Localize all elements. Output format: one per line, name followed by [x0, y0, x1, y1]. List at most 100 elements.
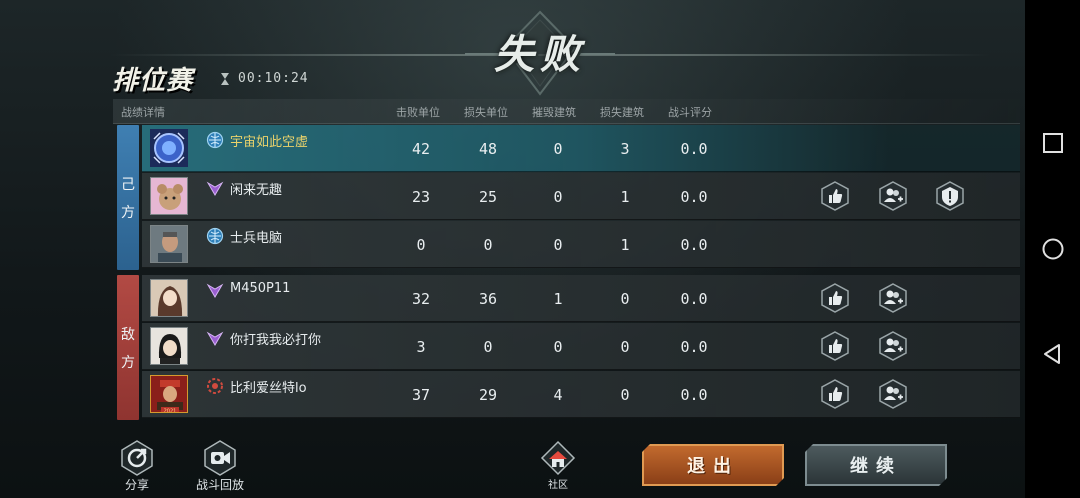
stat-kills: 37	[411, 386, 431, 404]
player-name: 比利爱丝特lo	[230, 381, 307, 396]
stat-losses: 48	[478, 140, 498, 158]
stat-score: 0.0	[680, 236, 708, 254]
home-icon[interactable]	[1040, 236, 1066, 262]
replay-camera-icon[interactable]	[200, 438, 240, 478]
column-header-score: 战斗评分	[668, 106, 712, 119]
stat-score: 0.0	[680, 140, 708, 158]
stat-kills: 32	[411, 290, 431, 308]
replay-label[interactable]: 战斗回放	[185, 476, 255, 493]
globe-rank-icon	[206, 131, 224, 149]
stat-buildings-destroyed: 0	[553, 140, 563, 158]
column-header-losses: 损失单位	[464, 106, 508, 119]
stat-score: 0.0	[680, 386, 708, 404]
stat-buildings-lost: 0	[620, 290, 630, 308]
ally-label-char-1: 己	[121, 176, 135, 193]
avatar[interactable]	[150, 177, 188, 215]
player-row[interactable]: 你打我我必打你 3 0 0 0 0.0	[142, 323, 1020, 370]
android-nav-bar	[1025, 0, 1080, 498]
stat-buildings-destroyed: 0	[553, 338, 563, 356]
stat-losses: 36	[478, 290, 498, 308]
stat-kills: 42	[411, 140, 431, 158]
back-icon[interactable]	[1040, 341, 1066, 367]
avatar[interactable]	[150, 225, 188, 263]
player-name: 闲来无趣	[230, 183, 283, 198]
red-gear-icon	[207, 378, 223, 394]
player-row[interactable]: 士兵电脑 0 0 0 1 0.0	[142, 221, 1020, 268]
avatar-badge-year: 2021	[164, 409, 177, 414]
game-screen: 失败 排位赛 00:10:24 战绩详情 击败单位 损失单位 摧毁建筑 损失建筑…	[0, 0, 1025, 498]
section-label: 战绩详情	[121, 106, 165, 119]
add-friend-icon[interactable]	[877, 378, 909, 410]
stat-kills: 3	[416, 338, 426, 356]
anime-girl-avatar-icon	[151, 280, 187, 316]
add-friend-icon[interactable]	[877, 180, 909, 212]
column-header-buildings-lost: 损失建筑	[600, 106, 644, 119]
continue-button[interactable]: 继续	[805, 444, 947, 486]
globe-rank-icon	[206, 227, 224, 245]
stat-losses: 0	[483, 236, 493, 254]
stat-buildings-destroyed: 0	[553, 188, 563, 206]
thumbs-up-icon[interactable]	[819, 378, 851, 410]
player-name: M450P11	[230, 281, 291, 296]
stat-losses: 25	[478, 188, 498, 206]
purple-wing-icon	[206, 181, 224, 196]
stat-kills: 23	[411, 188, 431, 206]
dark-hair-avatar-icon	[151, 328, 187, 364]
ally-team-label: 己 方	[117, 125, 139, 270]
thumbs-up-icon[interactable]	[819, 180, 851, 212]
soldier-avatar-icon	[151, 226, 187, 262]
add-friend-icon[interactable]	[877, 330, 909, 362]
report-icon[interactable]	[934, 180, 966, 212]
crystal-orb-avatar-icon	[150, 129, 188, 167]
stat-buildings-lost: 1	[620, 236, 630, 254]
mode-title: 排位赛	[112, 66, 194, 96]
recent-apps-icon[interactable]	[1040, 130, 1066, 156]
stat-score: 0.0	[680, 188, 708, 206]
stat-losses: 0	[483, 338, 493, 356]
purple-wing-icon	[206, 331, 224, 346]
cartoon-avatar-icon	[151, 178, 187, 214]
stat-buildings-destroyed: 0	[553, 236, 563, 254]
enemy-team-label: 敌 方	[117, 275, 139, 420]
enemy-label-char-1: 敌	[121, 326, 135, 343]
player-name: 宇宙如此空虚	[230, 135, 309, 150]
player-row[interactable]: M450P11 32 36 1 0 0.0	[142, 275, 1020, 322]
thumbs-up-icon[interactable]	[819, 282, 851, 314]
share-label[interactable]: 分享	[102, 476, 172, 493]
result-title: 失败	[494, 32, 586, 78]
stat-score: 0.0	[680, 338, 708, 356]
exit-button[interactable]: 退出	[642, 444, 784, 486]
player-row-self[interactable]: 宇宙如此空虚 42 48 0 3 0.0	[142, 125, 1020, 172]
avatar[interactable]	[150, 279, 188, 317]
community-home-icon[interactable]	[538, 440, 578, 480]
stat-buildings-destroyed: 4	[553, 386, 563, 404]
commander-avatar-icon: 2021	[151, 376, 187, 414]
stat-buildings-lost: 3	[620, 140, 630, 158]
stat-buildings-destroyed: 1	[553, 290, 563, 308]
stat-buildings-lost: 1	[620, 188, 630, 206]
avatar[interactable]	[150, 129, 188, 167]
enemy-label-char-2: 方	[121, 354, 135, 371]
community-label[interactable]: 社区	[523, 476, 593, 491]
ally-label-char-2: 方	[121, 204, 135, 221]
purple-wing-icon	[206, 283, 224, 298]
column-header-kills: 击败单位	[396, 106, 440, 119]
stat-kills: 0	[416, 236, 426, 254]
player-row[interactable]: 闲来无趣 23 25 0 1 0.0	[142, 173, 1020, 220]
thumbs-up-icon[interactable]	[819, 330, 851, 362]
stat-losses: 29	[478, 386, 498, 404]
stats-table-header: 战绩详情 击败单位 损失单位 摧毁建筑 损失建筑 战斗评分	[113, 99, 1020, 124]
stat-buildings-lost: 0	[620, 386, 630, 404]
column-header-buildings-destroyed: 摧毁建筑	[532, 106, 576, 119]
stat-buildings-lost: 0	[620, 338, 630, 356]
player-name: 士兵电脑	[230, 231, 283, 246]
share-icon[interactable]	[117, 438, 157, 478]
avatar[interactable]: 2021	[150, 375, 188, 413]
hourglass-icon	[221, 73, 229, 85]
add-friend-icon[interactable]	[877, 282, 909, 314]
player-name: 你打我我必打你	[230, 333, 322, 348]
match-timer: 00:10:24	[238, 71, 309, 86]
avatar[interactable]	[150, 327, 188, 365]
stat-score: 0.0	[680, 290, 708, 308]
player-row[interactable]: 2021 比利爱丝特lo 37 29 4 0 0.0	[142, 371, 1020, 418]
